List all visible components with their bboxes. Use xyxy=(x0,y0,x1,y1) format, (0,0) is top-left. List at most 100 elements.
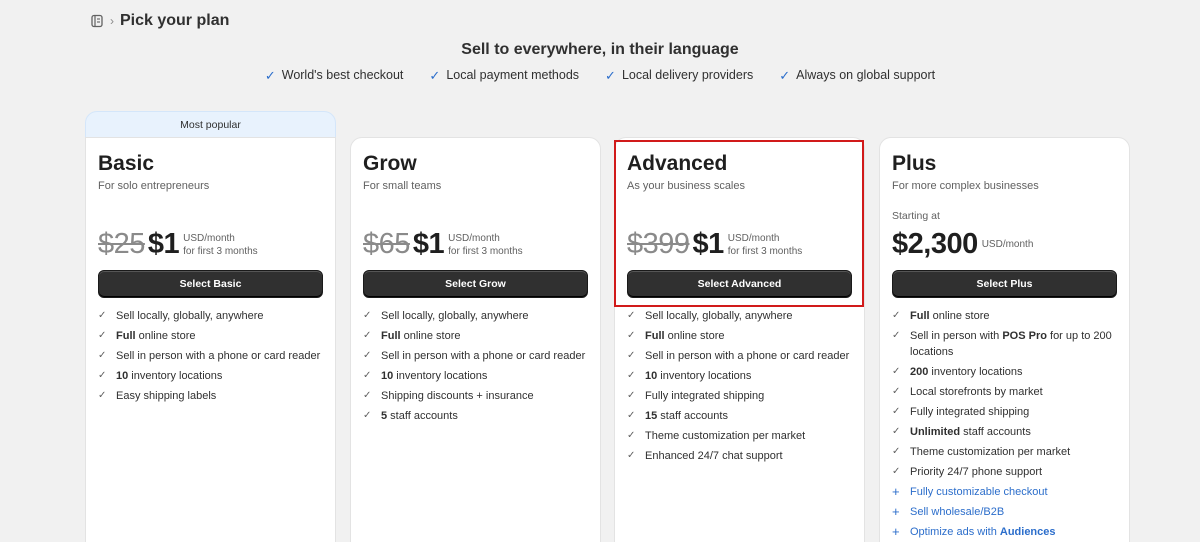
checkmark-icon: ✓ xyxy=(363,350,372,361)
feature-list-item: ✓ 15 staff accounts xyxy=(627,408,855,424)
checkmark-icon: ✓ xyxy=(892,366,901,377)
checkmark-icon: ✓ xyxy=(363,410,372,421)
feature-list: ✓ Full online store ✓ Sell in person with P… xyxy=(892,308,1120,542)
hero: Sell to everywhere, in their language xyxy=(0,41,1200,59)
feature-list: ✓ Sell locally, globally, anywhere ✓ Full o… xyxy=(98,308,326,408)
feature-text: Full online store xyxy=(910,310,990,322)
select-basic-button[interactable]: Select Basic xyxy=(98,270,323,298)
checkmark-icon: ✓ xyxy=(363,390,372,401)
feature-list-item: ✓ Sell locally, globally, anywhere xyxy=(98,308,326,324)
feature-list-item: ✓ Sell in person with a phone or card rea… xyxy=(363,348,591,364)
feature-item: ✓ Always on global support xyxy=(779,68,935,82)
promo-price: $1 xyxy=(147,228,180,260)
feature-emphasis: Full xyxy=(381,330,401,342)
feature-text: Sell in person with a phone or card read… xyxy=(116,350,321,362)
select-grow-button[interactable]: Select Grow xyxy=(363,270,588,298)
checkmark-icon: ✓ xyxy=(627,330,636,341)
feature-list-item: ✓ 200 inventory locations xyxy=(892,364,1120,380)
feature-text: Full online store xyxy=(645,330,725,342)
checkmark-icon: ✓ xyxy=(892,446,901,457)
checkmark-icon: ✓ xyxy=(264,67,276,83)
feature-list-item: ✓ Shipping discounts + insurance xyxy=(363,388,591,404)
feature-text: Fully customizable checkout xyxy=(910,486,1048,498)
checkmark-icon: ✓ xyxy=(98,370,107,381)
select-plus-button[interactable]: Select Plus xyxy=(892,270,1117,298)
feature-list-item: ✓ 10 inventory locations xyxy=(363,368,591,384)
feature-list-item: ✓ Fully integrated shipping xyxy=(627,388,855,404)
checkmark-icon: ✓ xyxy=(605,67,616,83)
feature-list-item: + Fully customizable checkout xyxy=(892,484,1120,500)
feature-text: 10 inventory locations xyxy=(116,370,223,382)
feature-list-item: ✓ Sell in person with a phone or card rea… xyxy=(627,348,855,364)
feature-list-item: ✓ Local storefronts by market xyxy=(892,384,1120,400)
feature-emphasis: Full xyxy=(910,310,930,322)
feature-list-item: + Optimize ads with Audiences xyxy=(892,524,1120,540)
feature-emphasis: 15 xyxy=(645,410,658,422)
feature-list-item: ✓ Full online store xyxy=(892,308,1120,324)
feature-list-item: ✓ Priority 24/7 phone support xyxy=(892,464,1120,480)
original-price: $25 xyxy=(98,228,145,260)
feature-text: Unlimited staff accounts xyxy=(910,426,1031,438)
store-icon[interactable] xyxy=(90,14,104,28)
checkmark-icon: ✓ xyxy=(363,330,372,341)
feature-text: Full online store xyxy=(381,330,461,342)
checkmark-icon: ✓ xyxy=(627,310,636,321)
feature-list-item: ✓ 10 inventory locations xyxy=(98,368,326,384)
feature-list-item: ✓ Theme customization per market xyxy=(892,444,1120,460)
feature-emphasis: Full xyxy=(645,330,665,342)
feature-text: Theme customization per market xyxy=(645,430,806,442)
feature-list-item: ✓ Easy shipping labels xyxy=(98,388,326,404)
feature-label: Local payment methods xyxy=(446,68,580,82)
feature-text: Sell locally, globally, anywhere xyxy=(116,310,264,322)
feature-list-item: ✓ Sell locally, globally, anywhere xyxy=(363,308,591,324)
plan-name: Basic xyxy=(98,152,155,175)
feature-text: Sell in person with a phone or card read… xyxy=(645,350,850,362)
feature-list-item: ✓ Unlimited staff accounts xyxy=(892,424,1120,440)
feature-list-item: ✓ Full online store xyxy=(627,328,855,344)
checkmark-icon: ✓ xyxy=(627,350,636,361)
select-advanced-button[interactable]: Select Advanced xyxy=(627,270,852,298)
feature-text: Sell wholesale/B2B xyxy=(910,506,1005,518)
plan-card-basic: Basic For solo entrepreneurs $25 $1 USD/… xyxy=(85,137,336,542)
feature-list-item: ✓ Enhanced 24/7 chat support xyxy=(627,448,855,464)
price-row: $25 $1 USD/month for first 3 months xyxy=(98,228,258,261)
feature-emphasis: 5 xyxy=(381,410,388,422)
price-unit: USD/month xyxy=(981,239,1034,250)
feature-label: Local delivery providers xyxy=(621,68,754,82)
feature-list-item: ✓ Sell in person with POS Pro for up to 2… xyxy=(892,328,1120,360)
feature-emphasis: 10 xyxy=(381,370,394,382)
checkmark-icon: ✓ xyxy=(892,426,901,437)
checkmark-icon: ✓ xyxy=(98,330,107,341)
feature-emphasis: POS Pro xyxy=(1002,330,1047,342)
feature-text: 200 inventory locations xyxy=(910,366,1023,378)
feature-text: Sell in person with a phone or card read… xyxy=(381,350,586,362)
feature-text: Optimize ads with Audiences xyxy=(910,526,1056,538)
checkmark-icon: ✓ xyxy=(892,310,901,321)
feature-label: World's best checkout xyxy=(281,68,404,82)
plan-subtitle: For solo entrepreneurs xyxy=(98,180,210,192)
feature-emphasis: Audiences xyxy=(999,526,1056,538)
feature-emphasis: Unlimited xyxy=(910,426,961,438)
checkmark-icon: ✓ xyxy=(429,67,441,83)
feature-emphasis: 200 xyxy=(910,366,929,378)
feature-text: Sell locally, globally, anywhere xyxy=(381,310,529,322)
original-price: $399 xyxy=(627,228,690,260)
checkmark-icon: ✓ xyxy=(627,390,636,401)
feature-text: Enhanced 24/7 chat support xyxy=(645,450,783,462)
checkmark-icon: ✓ xyxy=(892,466,901,477)
feature-list-item: ✓ 10 inventory locations xyxy=(627,368,855,384)
plan-name: Plus xyxy=(892,152,937,175)
checkmark-icon: ✓ xyxy=(892,330,901,341)
checkmark-icon: ✓ xyxy=(627,450,636,461)
feature-item: ✓ World's best checkout xyxy=(265,68,404,82)
checkmark-icon: ✓ xyxy=(98,390,107,401)
feature-emphasis: 10 xyxy=(645,370,658,382)
feature-highlights: ✓ World's best checkout ✓ Local payment me… xyxy=(0,68,1200,82)
price-unit: USD/month xyxy=(727,232,780,244)
plan-card-plus: Plus For more complex businesses Startin… xyxy=(879,137,1130,542)
price-duration: for first 3 months xyxy=(727,245,803,257)
feature-emphasis: Full xyxy=(116,330,136,342)
plus-icon: + xyxy=(892,484,900,499)
plan-subtitle: For more complex businesses xyxy=(892,180,1039,192)
feature-text: 10 inventory locations xyxy=(645,370,752,382)
